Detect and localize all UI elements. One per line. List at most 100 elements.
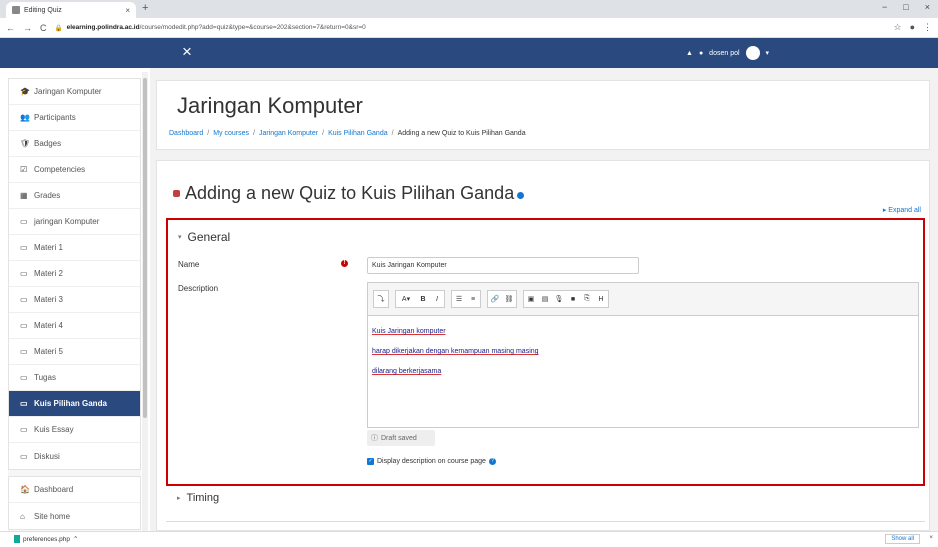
user-name[interactable]: dosen pol: [709, 50, 739, 57]
avatar[interactable]: [745, 46, 760, 60]
sidebar-item-grades[interactable]: ▦ Grades: [9, 183, 140, 209]
sidebar-item-icon: ☑: [20, 165, 28, 174]
unordered-list-icon[interactable]: ☰: [452, 291, 466, 307]
name-field[interactable]: Kuis Jaringan Komputer: [367, 257, 639, 274]
help-icon[interactable]: ?: [488, 458, 496, 465]
description-line: dilarang berkerjasama: [372, 368, 442, 375]
expand-all-link[interactable]: ▸ Expand all: [883, 206, 921, 214]
sidebar-item-label: Dashboard: [34, 485, 74, 494]
sidebar-item-label: Materi 3: [34, 295, 63, 304]
tab-title: Editing Quiz: [24, 6, 62, 14]
sidebar-item-icon: ▦: [20, 191, 28, 200]
messages-icon[interactable]: ●: [699, 50, 703, 57]
sidebar-item-kuis-pilihan-ganda[interactable]: ▭ Kuis Pilihan Ganda: [9, 391, 140, 417]
info-icon: ⓘ: [371, 435, 378, 442]
sidebar-item-participants[interactable]: 👥 Participants: [9, 105, 140, 131]
close-window-button[interactable]: ×: [925, 2, 930, 12]
display-description-checkbox[interactable]: ✓: [367, 458, 374, 465]
reload-icon[interactable]: C: [40, 23, 47, 33]
breadcrumb-separator: /: [322, 130, 325, 137]
sidebar-item-tugas[interactable]: ▭ Tugas: [9, 365, 140, 391]
video-icon[interactable]: ■: [566, 291, 580, 307]
browser-menu-icon[interactable]: ⋮: [923, 22, 932, 33]
forward-arrow-icon[interactable]: →: [23, 23, 32, 33]
sidebar-item-materi-1[interactable]: ▭ Materi 1: [9, 235, 140, 261]
browser-tab[interactable]: Editing Quiz ×: [6, 2, 136, 18]
link-icon[interactable]: 🔗: [488, 291, 502, 307]
close-download-bar-icon[interactable]: ×: [929, 534, 933, 541]
page-header: Jaringan Komputer Dashboard / My courses / J…: [156, 80, 930, 150]
h5p-icon[interactable]: H: [594, 291, 608, 307]
description-line: harap dikerjakan dengan kemampuan masing…: [372, 348, 539, 355]
general-section: ▾ General Name ! Kuis Jaringan Komputer …: [166, 218, 925, 486]
url-field[interactable]: 🔒 elearning.polindra.ac.id /course/moded…: [55, 24, 894, 32]
sidebar-item-icon: ▭: [20, 243, 28, 252]
sidebar-item-materi-5[interactable]: ▭ Materi 5: [9, 339, 140, 365]
sidebar-item-icon: ▭: [20, 451, 28, 461]
bookmark-star-icon[interactable]: ☆: [893, 22, 901, 33]
image-icon[interactable]: ▣: [524, 291, 538, 307]
top-navbar: × ▲ ● dosen pol ▾: [0, 38, 938, 68]
breadcrumb-item[interactable]: Jaringan Komputer: [259, 130, 318, 137]
unlink-icon[interactable]: ⛓: [502, 291, 516, 307]
sidebar-item-materi-2[interactable]: ▭ Materi 2: [9, 261, 140, 287]
divider: [166, 521, 925, 522]
font-color-icon[interactable]: A▾: [396, 291, 416, 307]
general-section-toggle[interactable]: ▾ General: [178, 230, 230, 244]
sidebar-item-materi-3[interactable]: ▭ Materi 3: [9, 287, 140, 313]
chevron-up-icon[interactable]: ⌃: [73, 535, 78, 543]
tab-close-icon[interactable]: ×: [125, 6, 130, 15]
sidebar-item-badges[interactable]: 🛡 Badges: [9, 131, 140, 157]
sidebar-item-diskusi[interactable]: ▭ Diskusi: [9, 443, 140, 469]
back-arrow-icon[interactable]: ←: [6, 23, 15, 33]
display-description-row: ✓ Display description on course page ?: [367, 458, 496, 465]
sidebar-item-kuis-essay[interactable]: ▭ Kuis Essay: [9, 417, 140, 443]
sidebar-item-jaringan-komputer[interactable]: 🎓 Jaringan Komputer: [9, 79, 140, 105]
breadcrumb-item[interactable]: My courses: [213, 130, 249, 137]
breadcrumb-item[interactable]: Kuis Pilihan Ganda: [328, 130, 388, 137]
download-item[interactable]: preferences.php ⌃: [14, 535, 78, 543]
general-title: General: [187, 230, 231, 244]
profile-icon[interactable]: ●: [910, 22, 915, 33]
sidebar-item-label: jaringan Komputer: [34, 217, 100, 226]
sidebar-item-icon: ▭: [20, 269, 28, 278]
timing-section-toggle[interactable]: ▸ Timing: [177, 492, 219, 504]
user-menu-chevron-icon[interactable]: ▾: [766, 49, 770, 57]
sidebar-item-competencies[interactable]: ☑ Competencies: [9, 157, 140, 183]
file-icon: [14, 535, 20, 543]
sidebar-item-jaringan-komputer[interactable]: ▭ jaringan Komputer: [9, 209, 140, 235]
description-editor[interactable]: ⤵ A▾ B I ☰ ≡ 🔗 ⛓ ▣ ▤ 🎙 ■ ⎘ H Kuis Jaring…: [367, 282, 919, 428]
sidebar-item-icon: ▭: [20, 425, 28, 434]
name-value: Kuis Jaringan Komputer: [372, 262, 447, 269]
window-controls: − □ ×: [882, 2, 930, 12]
drawer-close-icon[interactable]: ×: [182, 42, 192, 62]
media-icon[interactable]: ▤: [538, 291, 552, 307]
sidebar-item-label: Materi 2: [34, 269, 63, 278]
scrollbar-thumb[interactable]: [143, 78, 147, 418]
microphone-icon[interactable]: 🎙: [552, 291, 566, 307]
ordered-list-icon[interactable]: ≡: [466, 291, 480, 307]
download-bar: preferences.php ⌃ Show all ×: [0, 531, 938, 547]
manage-files-icon[interactable]: ⎘: [580, 291, 594, 307]
form-heading: Adding a new Quiz to Kuis Pilihan Ganda: [185, 183, 515, 203]
sidebar-item-icon: 🛡: [20, 139, 31, 148]
breadcrumb-separator: /: [391, 130, 394, 137]
help-icon[interactable]: [517, 192, 525, 199]
minimize-button[interactable]: −: [882, 2, 887, 12]
new-tab-button[interactable]: +: [142, 2, 148, 14]
italic-icon[interactable]: I: [430, 291, 444, 307]
bold-icon[interactable]: B: [416, 291, 430, 307]
show-all-button[interactable]: Show all: [885, 534, 920, 544]
sidebar-item-site-home[interactable]: ⌂ Site home: [9, 503, 140, 529]
draft-status: ⓘ Draft saved: [367, 430, 435, 446]
notification-bell-icon[interactable]: ▲: [686, 50, 693, 57]
lock-icon: 🔒: [54, 24, 63, 32]
sidebar-scrollbar[interactable]: [142, 72, 148, 531]
sidebar-item-materi-4[interactable]: ▭ Materi 4: [9, 313, 140, 339]
toolbar-toggle-icon[interactable]: ⤵: [374, 291, 388, 307]
sidebar-item-dashboard[interactable]: 🏠 Dashboard: [9, 477, 140, 503]
maximize-button[interactable]: □: [903, 2, 908, 12]
sidebar-item-icon: 🏠: [20, 485, 30, 494]
breadcrumb-item[interactable]: Dashboard: [169, 130, 203, 137]
editor-content[interactable]: Kuis Jaringan komputer harap dikerjakan …: [368, 316, 918, 388]
